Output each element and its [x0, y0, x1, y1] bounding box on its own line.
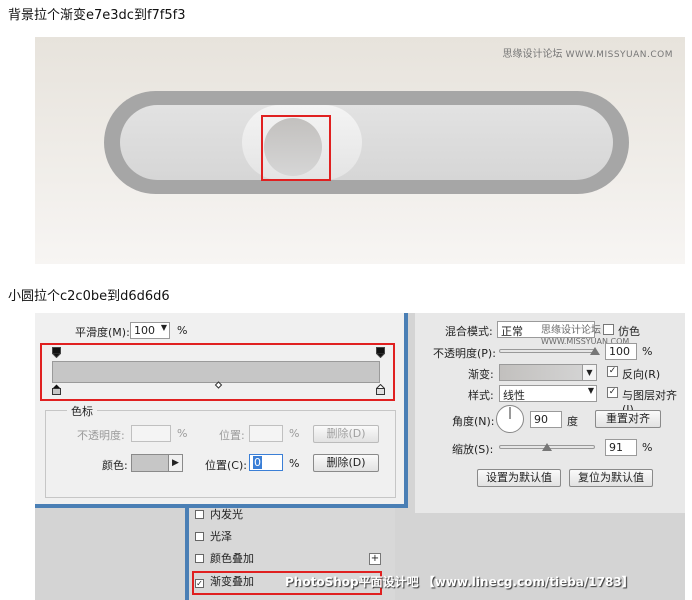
opacity-slider[interactable]: [499, 349, 595, 353]
list-item[interactable]: 内发光: [195, 505, 385, 525]
midpoint-diamond[interactable]: [214, 380, 223, 391]
gradient-label: 渐变:: [468, 368, 494, 381]
position-label-top: 位置:: [219, 429, 245, 442]
highlight-box-circle: [261, 115, 331, 181]
opacity-stop-left[interactable]: [52, 347, 61, 358]
triangle-right-icon[interactable]: ▶: [168, 455, 182, 471]
opacity-slider-thumb[interactable]: [590, 347, 600, 355]
delete-button[interactable]: 删除(D): [313, 454, 379, 472]
caption-circle: 小圆拉个c2c0be到d6d6d6: [8, 289, 170, 304]
gradient-overlay-panel: 混合模式: 正常 仿色 思缘设计论坛 WWW.MISSYUAN.COM 不透明度…: [415, 313, 685, 513]
blend-mode-label: 混合模式:: [445, 325, 493, 338]
caption-background: 背景拉个渐变e7e3dc到f7f5f3: [8, 8, 186, 23]
opacity-label: 不透明度:: [77, 429, 125, 442]
checkbox[interactable]: [195, 532, 204, 541]
chevron-down-icon[interactable]: ▼: [161, 323, 167, 332]
scale-label: 缩放(S):: [452, 443, 494, 456]
opacity-input[interactable]: [131, 425, 171, 442]
align-checkbox[interactable]: ✓: [607, 387, 618, 398]
smoothness-input[interactable]: 100 ▼: [130, 322, 170, 339]
reverse-label: 反向(R): [622, 368, 661, 381]
scale-unit: %: [642, 441, 653, 454]
list-item[interactable]: 光泽: [195, 527, 385, 547]
list-item[interactable]: 颜色叠加 +: [195, 549, 385, 569]
toggle-track: [104, 91, 629, 194]
photoshop-screenshot: 平滑度(M): 100 ▼ % 色标 不透明度: % 位置: % 删除(D) 颜…: [35, 313, 685, 600]
scale-slider-thumb[interactable]: [542, 443, 552, 451]
color-stop-left[interactable]: [52, 384, 61, 395]
checkbox[interactable]: [195, 510, 204, 519]
opacity-label-right: 不透明度(P):: [433, 347, 496, 360]
scale-input[interactable]: 91: [605, 439, 637, 456]
toggle-track-inner: [120, 105, 613, 180]
color-swatch[interactable]: ▶: [131, 454, 183, 472]
footer-watermark: PhotoShop平面设计吧 【www.linecg.com/tieba/178…: [285, 575, 634, 589]
angle-dial-icon[interactable]: [495, 404, 525, 434]
smoothness-unit: %: [177, 324, 188, 337]
gradient-editor-dialog: 平滑度(M): 100 ▼ % 色标 不透明度: % 位置: % 删除(D) 颜…: [35, 313, 408, 508]
position-input-top[interactable]: [249, 425, 283, 442]
add-icon[interactable]: +: [369, 553, 381, 565]
opacity-unit-right: %: [642, 345, 653, 358]
watermark: 思缘设计论坛 WWW.MISSYUAN.COM: [502, 49, 673, 60]
reverse-checkbox[interactable]: ✓: [607, 366, 618, 377]
position-unit: %: [289, 457, 300, 470]
reset-align-button[interactable]: 重置对齐: [595, 410, 661, 428]
position-label: 位置(C):: [205, 459, 247, 472]
toggle-preview: 思缘设计论坛 WWW.MISSYUAN.COM: [35, 37, 685, 264]
stops-group-title: 色标: [67, 403, 97, 419]
smoothness-label: 平滑度(M):: [75, 326, 130, 339]
delete-button-top[interactable]: 删除(D): [313, 425, 379, 443]
position-unit-top: %: [289, 427, 300, 440]
opacity-unit: %: [177, 427, 188, 440]
angle-unit: 度: [567, 415, 578, 428]
opacity-input-right[interactable]: 100: [605, 343, 637, 360]
style-select[interactable]: 线性 ▼: [499, 385, 597, 402]
color-stop-right[interactable]: [376, 384, 385, 395]
chevron-down-icon[interactable]: ▼: [582, 365, 596, 380]
chevron-down-icon[interactable]: ▼: [588, 386, 594, 395]
set-default-button[interactable]: 设置为默认值: [477, 469, 561, 487]
color-label: 颜色:: [102, 459, 128, 472]
angle-label: 角度(N):: [452, 415, 495, 428]
gradient-picker[interactable]: ▼: [499, 364, 597, 381]
angle-input[interactable]: 90: [530, 411, 562, 428]
reset-default-button[interactable]: 复位为默认值: [569, 469, 653, 487]
style-label: 样式:: [468, 389, 494, 402]
position-input[interactable]: 0: [249, 454, 283, 471]
checkbox[interactable]: [195, 554, 204, 563]
opacity-stop-right[interactable]: [376, 347, 385, 358]
